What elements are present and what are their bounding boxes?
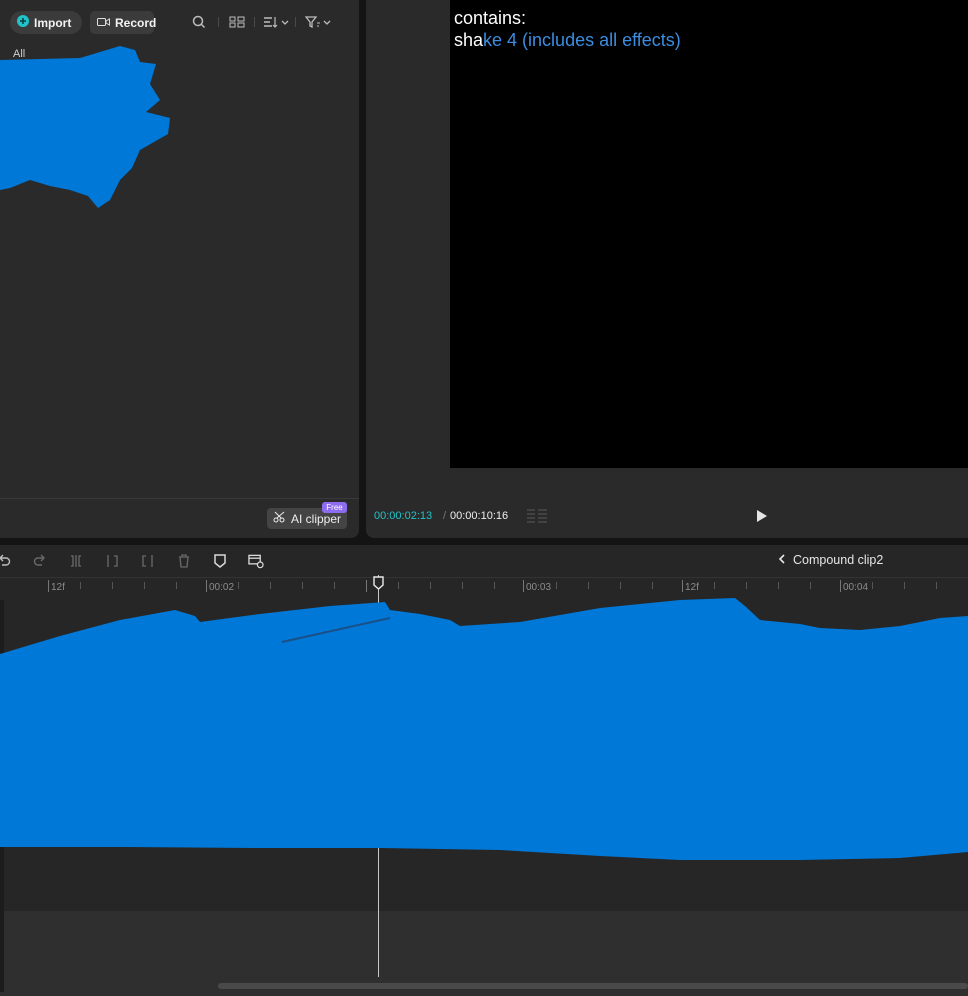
filter-icon[interactable] [305, 14, 331, 30]
preview-caption-line2: shake 4 (includes all effects) [454, 29, 681, 51]
search-icon[interactable] [192, 14, 206, 30]
preview-caption-white: sha [454, 30, 484, 50]
time-ruler[interactable]: 12f 00:02 00:03 12f 00:04 [0, 577, 968, 600]
ruler-tick [620, 582, 621, 589]
marker-icon[interactable] [212, 553, 228, 569]
preview-caption-blue: ke 4 (includes all effects) [483, 30, 681, 50]
trim-left-icon[interactable] [104, 553, 120, 569]
redo-icon[interactable] [32, 553, 48, 569]
scissors-icon [273, 511, 287, 526]
ruler-tick [366, 580, 367, 592]
ruler-label: 00:03 [526, 582, 552, 593]
frame-grid-icon[interactable] [526, 508, 548, 528]
ruler-tick [112, 582, 113, 589]
ruler-tick [238, 582, 239, 589]
ruler-label: 12f [51, 582, 65, 593]
ruler-tick [144, 582, 145, 589]
ruler-tick [48, 580, 49, 592]
undo-icon[interactable] [0, 553, 12, 569]
ruler-tick [778, 582, 779, 589]
divider [218, 17, 219, 27]
breadcrumb-label: Compound clip2 [793, 553, 884, 567]
ruler-tick [872, 582, 873, 589]
delete-icon[interactable] [176, 553, 192, 569]
free-badge: Free [322, 502, 347, 513]
ruler-tick [556, 582, 557, 589]
total-timecode: 00:00:10:16 [450, 510, 509, 522]
ruler-tick [398, 582, 399, 589]
timecode-separator: / [443, 510, 447, 522]
ruler-tick [80, 582, 81, 589]
ruler-tick [270, 582, 271, 589]
import-label: Import [34, 15, 72, 30]
media-panel: Import Record All AI clipper Free [0, 0, 359, 538]
current-timecode: 00:00:02:13 [374, 510, 433, 522]
add-icon [17, 15, 29, 30]
play-icon[interactable] [756, 509, 768, 528]
ruler-tick [334, 582, 335, 589]
ruler-tick [430, 582, 431, 589]
preview-caption-line1: contains: [454, 8, 527, 28]
playhead-handle[interactable] [373, 576, 384, 590]
video-preview: contains: shake 4 (includes all effects) [450, 0, 968, 468]
ruler-tick [462, 582, 463, 589]
divider [254, 17, 255, 27]
timeline-toolbar: Compound clip2 [0, 545, 968, 576]
ruler-tick [176, 582, 177, 589]
ai-clipper-label: AI clipper [291, 511, 342, 526]
ruler-tick [810, 582, 811, 589]
crop-settings-icon[interactable] [248, 553, 264, 569]
timeline-panel: Compound clip2 12f 00:02 00:03 12f 00:04 [0, 545, 968, 996]
ruler-tick [714, 582, 715, 589]
preview-caption: contains: shake 4 (includes all effects) [454, 7, 681, 51]
view-mode-icon[interactable] [229, 14, 245, 30]
split-icon[interactable] [68, 553, 84, 569]
record-button[interactable]: Record [90, 11, 157, 34]
sort-icon[interactable] [263, 14, 289, 30]
horizontal-scrollbar[interactable] [218, 983, 968, 989]
divider [295, 17, 296, 27]
chevron-left-icon [778, 553, 785, 567]
ruler-label: 00:02 [209, 582, 235, 593]
ruler-label: 12f [685, 582, 699, 593]
ruler-tick [523, 580, 524, 592]
ruler-tick [936, 582, 937, 589]
player-panel: contains: shake 4 (includes all effects)… [366, 0, 968, 538]
compound-clip-breadcrumb[interactable]: Compound clip2 [778, 553, 883, 567]
ruler-label: 00:04 [843, 582, 869, 593]
ruler-tick [746, 582, 747, 589]
ruler-tick [904, 582, 905, 589]
record-label: Record [115, 15, 157, 30]
ruler-tick [840, 580, 841, 592]
filter-all-tab[interactable]: All [13, 48, 25, 60]
trim-right-icon[interactable] [140, 553, 156, 569]
ruler-tick [588, 582, 589, 589]
playhead-line[interactable] [378, 575, 379, 977]
ruler-tick [682, 580, 683, 592]
camera-icon [97, 16, 110, 30]
ruler-tick [302, 582, 303, 589]
import-button[interactable]: Import [10, 11, 82, 34]
ruler-tick [652, 582, 653, 589]
ruler-tick [206, 580, 207, 592]
ruler-tick [494, 582, 495, 589]
track-header-rail [0, 600, 4, 992]
track-area[interactable] [0, 600, 968, 910]
